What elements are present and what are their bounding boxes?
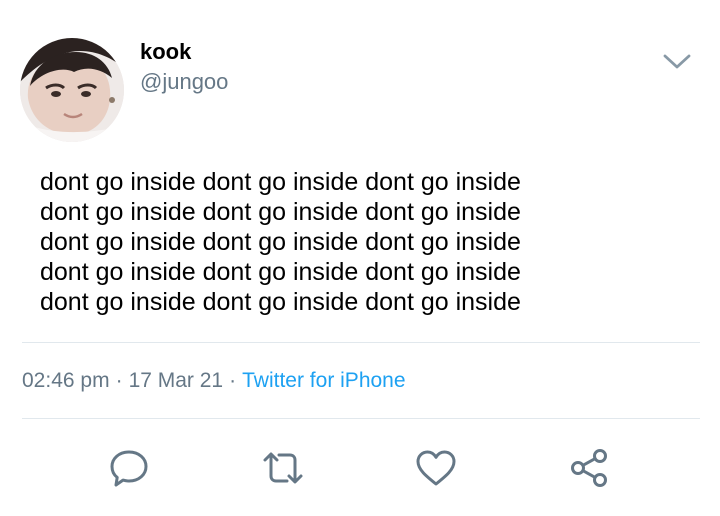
user-handle[interactable]: @jungoo [140, 68, 228, 96]
reply-icon[interactable] [107, 446, 151, 490]
tweet-text-line: dont go inside dont go inside dont go in… [40, 288, 521, 316]
tweet-time: 02:46 pm [22, 369, 110, 392]
avatar[interactable] [20, 38, 124, 142]
tweet-text-line: dont go inside dont go inside dont go in… [40, 168, 521, 196]
heart-icon[interactable] [414, 446, 458, 490]
tweet-text-line: dont go inside dont go inside dont go in… [40, 228, 521, 256]
tweet-meta: 02:46 pm · 17 Mar 21 · Twitter for iPhone [22, 366, 406, 396]
tweet-card: kook @jungoo dont go inside dont go insi… [0, 0, 720, 516]
meta-separator: · [115, 369, 123, 392]
tweet-text: dont go inside dont go inside dont go in… [40, 167, 660, 317]
divider [22, 418, 700, 419]
tweet-date: 17 Mar 21 [128, 369, 224, 392]
share-icon[interactable] [567, 446, 611, 490]
chevron-down-icon[interactable] [660, 48, 694, 76]
tweet-source-link[interactable]: Twitter for iPhone [242, 369, 405, 392]
tweet-text-line: dont go inside dont go inside dont go in… [40, 198, 521, 226]
retweet-icon[interactable] [261, 446, 305, 490]
tweet-text-line: dont go inside dont go inside dont go in… [40, 258, 521, 286]
display-name[interactable]: kook [140, 38, 191, 66]
meta-separator: · [229, 369, 237, 392]
divider [22, 342, 700, 343]
avatar-image [20, 38, 124, 142]
